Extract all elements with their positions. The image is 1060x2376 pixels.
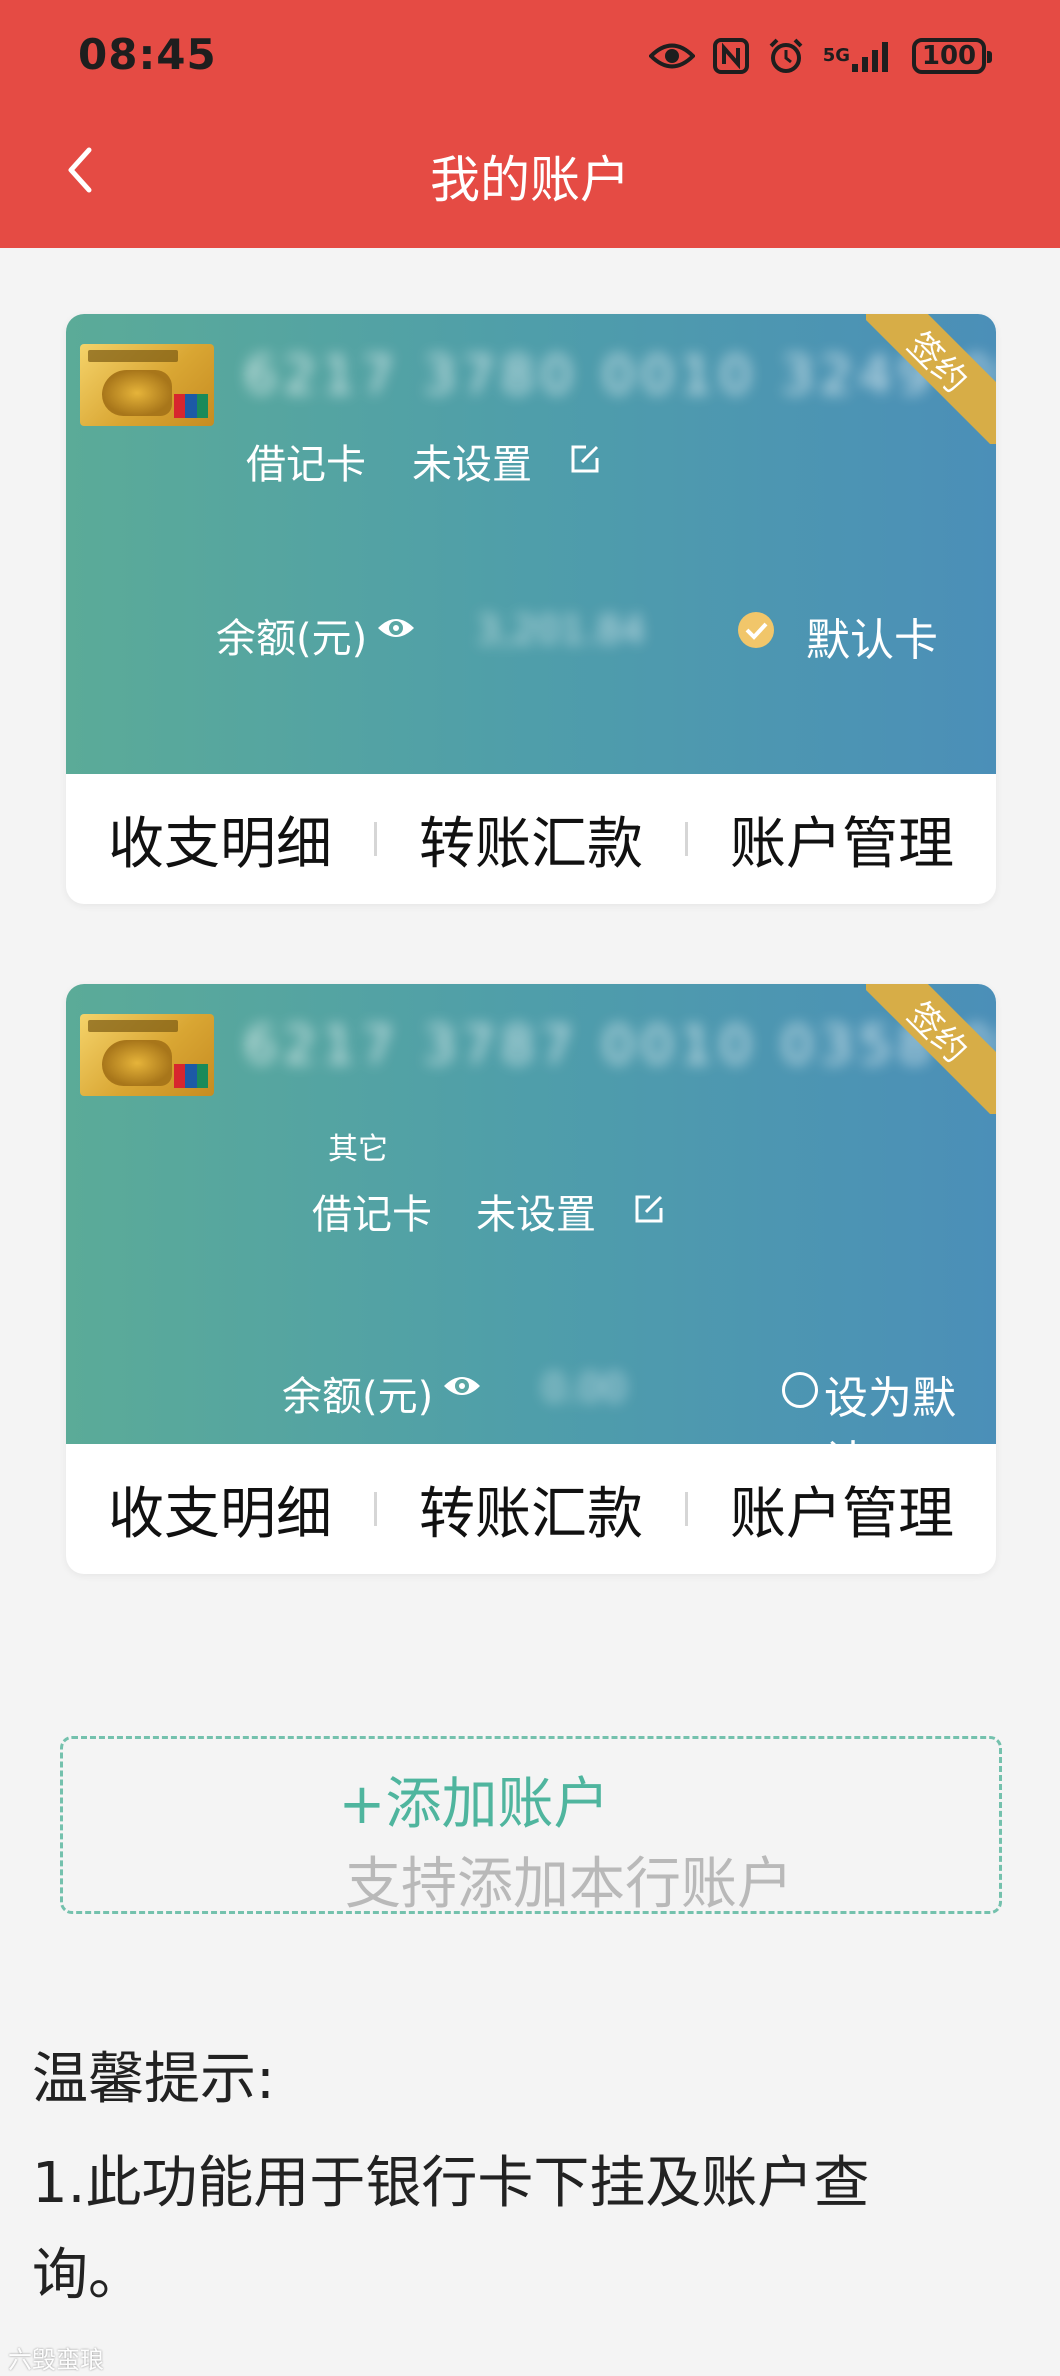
card-type: 借记卡 — [312, 1192, 432, 1238]
balance-label: 余额(元) — [282, 1374, 434, 1420]
balance-label: 余额(元) — [216, 616, 368, 662]
card-type: 借记卡 — [246, 442, 366, 488]
account-manage-button[interactable]: 账户管理 — [688, 1469, 996, 1550]
transfer-button[interactable]: 转账汇款 — [377, 1469, 685, 1550]
balance-value: 3,201.84 — [476, 608, 646, 652]
signed-ribbon: 签约 — [866, 314, 996, 444]
transactions-button[interactable]: 收支明细 — [66, 799, 374, 880]
signed-ribbon: 签约 — [866, 984, 996, 1114]
card-nickname: 未设置 — [412, 442, 532, 488]
edit-icon[interactable] — [568, 442, 602, 476]
balance-value: 0.00 — [542, 1366, 627, 1410]
bank-card-image — [80, 1014, 214, 1096]
set-default-radio[interactable] — [782, 1372, 818, 1408]
card-number: 6217 3787 0010 0358 0049 — [244, 1016, 996, 1076]
check-circle-icon — [736, 610, 776, 650]
app-header: 08:45 5G 100 我的账户 — [0, 0, 1060, 248]
card-face[interactable]: 6217 3780 0010 3249 0049 签约 借记卡 未设置 余额(元… — [66, 314, 996, 774]
alarm-icon — [767, 37, 805, 75]
card-nickname: 未设置 — [476, 1192, 596, 1238]
default-card-label: 默认卡 — [806, 615, 938, 666]
card-actions: 收支明细 转账汇款 账户管理 — [66, 1444, 996, 1574]
transfer-button[interactable]: 转账汇款 — [377, 799, 685, 880]
add-account-button[interactable]: +添加账户 支持添加本行账户 — [60, 1736, 1002, 1917]
tips-body: 1.此功能用于银行卡下挂及账户查询。 — [32, 2151, 870, 2308]
card-number: 6217 3780 0010 3249 0049 — [244, 346, 996, 406]
battery-icon: 100 — [912, 38, 992, 74]
unionpay-logo — [174, 1064, 208, 1088]
transactions-button[interactable]: 收支明细 — [66, 1469, 374, 1550]
card-subtag: 其它 — [328, 1132, 388, 1167]
status-icons: 5G 100 — [648, 34, 992, 78]
signal-icon: 5G — [823, 38, 894, 74]
account-manage-button[interactable]: 账户管理 — [688, 799, 996, 880]
card-face[interactable]: 6217 3787 0010 0358 0049 签约 其它 借记卡 未设置 余… — [66, 984, 996, 1488]
page-title: 我的账户 — [430, 151, 630, 209]
card-actions: 收支明细 转账汇款 账户管理 — [66, 774, 996, 904]
watermark: 六毁蛮琅 — [8, 2346, 104, 2374]
tips-title: 温馨提示: — [32, 2047, 275, 2112]
nfc-icon — [712, 38, 749, 74]
eye-icon[interactable] — [376, 612, 416, 644]
add-account-title: +添加账户 — [338, 1772, 610, 1837]
add-account-subtitle: 支持添加本行账户 — [345, 1852, 793, 1917]
bank-card-image — [80, 344, 214, 426]
eye-icon[interactable] — [442, 1370, 482, 1402]
eye-icon — [648, 41, 695, 71]
account-card[interactable]: 6217 3787 0010 0358 0049 签约 其它 借记卡 未设置 余… — [66, 984, 996, 1574]
account-card[interactable]: 6217 3780 0010 3249 0049 签约 借记卡 未设置 余额(元… — [66, 314, 996, 904]
unionpay-logo — [174, 394, 208, 418]
edit-icon[interactable] — [632, 1192, 666, 1226]
status-time: 08:45 — [78, 30, 217, 79]
